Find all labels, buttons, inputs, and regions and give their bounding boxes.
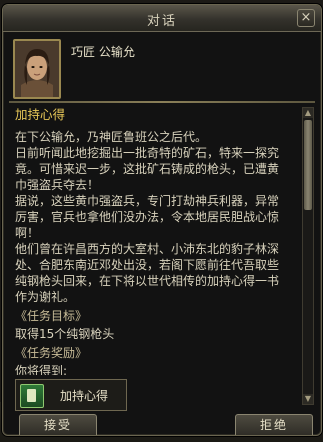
book-icon <box>20 384 44 408</box>
npc-portrait <box>13 39 61 99</box>
close-button[interactable]: × <box>297 9 315 27</box>
quest-desc-line: 他们曾在许昌西方的大室村、小沛东北的豹子林深处、合肥东南近邓处出没，若阁下愿前往… <box>15 242 280 304</box>
reward-label: 你将得到: <box>15 364 68 375</box>
scroll-up-icon[interactable]: ▲ <box>303 108 313 118</box>
header-divider <box>9 101 315 103</box>
dialog-window: 对话 × 巧匠 公输允 加持心得 在下公输允，乃神匠鲁班公之后代。 日前听闻此地… <box>2 4 322 436</box>
scrollbar-thumb[interactable] <box>304 120 312 210</box>
portrait-image <box>15 41 59 97</box>
quest-title: 加持心得 <box>15 107 66 122</box>
quest-desc-line: 日前听闻此地挖掘出一批奇特的矿石，特来一探究竟。可惜来迟一步，这批矿石铸成的枪头… <box>15 146 280 192</box>
content-scrollbar[interactable]: ▲ ▼ <box>302 107 314 405</box>
npc-name: 巧匠 公输允 <box>71 45 135 59</box>
goal-text: 取得15个纯钢枪头 <box>15 327 115 341</box>
quest-desc-line: 据说，这些黄巾强盗兵，专门打劫神兵利器，异常厉害，官兵也拿他们没办法，令本地居民… <box>15 194 280 240</box>
reward-item-name: 加持心得 <box>60 389 109 403</box>
dialog-title: 对话 <box>146 14 177 29</box>
reward-header: 《任务奖励》 <box>15 346 88 360</box>
scroll-down-icon[interactable]: ▼ <box>303 394 313 404</box>
dialog-titlebar[interactable]: 对话 × <box>3 5 321 32</box>
accept-button[interactable]: 接受 <box>19 414 97 435</box>
quest-content: 加持心得 在下公输允，乃神匠鲁班公之后代。 日前听闻此地挖掘出一批奇特的矿石，特… <box>15 107 285 375</box>
quest-desc-line: 在下公输允，乃神匠鲁班公之后代。 <box>15 130 208 144</box>
goal-header: 《任务目标》 <box>15 309 88 323</box>
quest-description: 在下公输允，乃神匠鲁班公之后代。 日前听闻此地挖掘出一批奇特的矿石，特来一探究竟… <box>15 129 285 305</box>
decline-button[interactable]: 拒绝 <box>235 414 313 435</box>
reward-item-slot[interactable]: 加持心得 <box>15 379 127 411</box>
